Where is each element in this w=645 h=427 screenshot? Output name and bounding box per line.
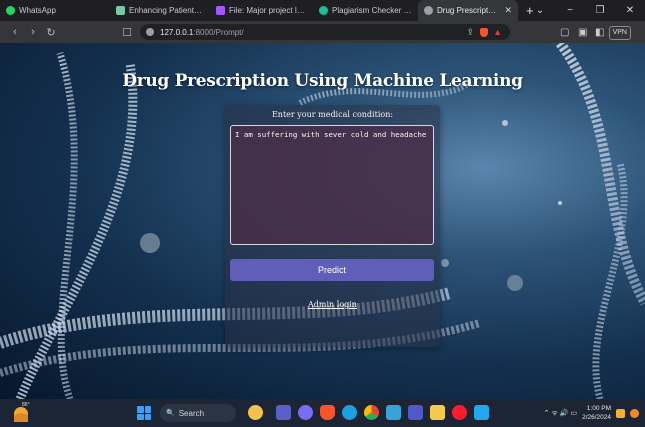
globe-icon: [424, 6, 433, 15]
taskbar: 86° 🔍 Search ⌃ ᯤ 🔊 ▭ 1:00 PM 2/26/2024: [0, 399, 645, 427]
opera-icon[interactable]: [452, 405, 467, 420]
vpn-button[interactable]: VPN: [608, 26, 631, 40]
tab-whatsapp[interactable]: WhatsApp: [0, 0, 110, 21]
address-bar: ‹ › ↻ ☐ 127.0.0.1 :8000/Prompt/ ⇪ ▲ ▢ ▣ …: [0, 21, 645, 43]
tab-label: Plagiarism Checker | Grammar: [332, 6, 412, 15]
page-title: Drug Prescription Using Machine Learning: [122, 71, 523, 91]
user-avatar-icon[interactable]: [630, 408, 639, 418]
tab-label: WhatsApp: [19, 6, 56, 15]
maximize-button[interactable]: ❐: [585, 5, 615, 16]
bookmark-icon[interactable]: ☐: [118, 26, 136, 39]
weather-temperature: 86°: [22, 402, 30, 408]
extensions-icon[interactable]: ▢: [560, 27, 569, 38]
forward-button[interactable]: ›: [24, 26, 42, 38]
page-background: Drug Prescription Using Machine Learning…: [0, 43, 645, 399]
notification-icon[interactable]: [616, 408, 625, 418]
url-field[interactable]: 127.0.0.1 :8000/Prompt/ ⇪ ▲: [140, 24, 510, 40]
url-host: 127.0.0.1: [160, 27, 194, 37]
back-button[interactable]: ‹: [6, 26, 24, 38]
vscode-icon[interactable]: [474, 405, 489, 420]
teams-icon[interactable]: [408, 405, 423, 420]
start-button[interactable]: [137, 406, 151, 420]
search-icon: 🔍: [166, 410, 175, 417]
prescription-form: Enter your medical condition: Predict Ad…: [225, 105, 440, 347]
sidebar-icon[interactable]: ▣: [578, 27, 587, 38]
copilot-icon[interactable]: [298, 405, 313, 420]
taskbar-search[interactable]: 🔍 Search: [160, 404, 236, 422]
predict-button[interactable]: Predict: [230, 259, 434, 281]
tab-plagiarism-checker[interactable]: Plagiarism Checker | Grammar: [313, 0, 418, 21]
window-controls: ⌄ − ❐ ✕: [525, 0, 645, 21]
tab-drug-prescription[interactable]: Drug Prescription Using ✕: [418, 0, 518, 21]
clock-date: 2/26/2024: [582, 414, 611, 421]
brave-rewards-icon[interactable]: ▲: [493, 27, 502, 37]
grammarly-icon: [319, 6, 328, 15]
close-window-button[interactable]: ✕: [615, 5, 645, 16]
edge-icon[interactable]: [342, 405, 357, 420]
figma-icon: [216, 6, 225, 15]
brave-icon[interactable]: [320, 405, 335, 420]
store-icon[interactable]: [386, 405, 401, 420]
admin-login-link[interactable]: Admin login: [225, 300, 440, 309]
reload-button[interactable]: ↻: [42, 26, 60, 39]
condition-input[interactable]: [230, 125, 434, 245]
browser-tab-strip: WhatsApp Enhancing Patient Satisfactio F…: [0, 0, 645, 21]
tab-list-button[interactable]: ⌄: [525, 5, 555, 16]
clock-time: 1:00 PM: [586, 405, 611, 412]
folder-icon[interactable]: [430, 405, 445, 420]
doc-icon: [116, 6, 125, 15]
tab-enhancing-patient[interactable]: Enhancing Patient Satisfactio: [110, 0, 210, 21]
chrome-icon[interactable]: [364, 405, 379, 420]
site-info-icon[interactable]: [146, 28, 154, 36]
wallet-icon[interactable]: ◧: [595, 27, 604, 38]
brave-shields-icon[interactable]: [480, 27, 488, 37]
search-label: Search: [178, 408, 205, 418]
minimize-button[interactable]: −: [555, 5, 585, 16]
tab-label: Drug Prescription Using: [437, 6, 497, 15]
tab-label: Enhancing Patient Satisfactio: [129, 6, 204, 15]
clock[interactable]: 1:00 PM 2/26/2024: [582, 404, 611, 422]
condition-label: Enter your medical condition:: [271, 110, 394, 119]
system-tray: ⌃ ᯤ 🔊 ▭ 1:00 PM 2/26/2024: [544, 399, 639, 427]
tab-label: File: Major project IEEE - Cop: [229, 6, 307, 15]
file-explorer-icon[interactable]: [248, 405, 263, 420]
share-icon[interactable]: ⇪: [466, 27, 474, 38]
whatsapp-icon: [6, 6, 15, 15]
tab-figma-file[interactable]: File: Major project IEEE - Cop: [210, 0, 313, 21]
tray-icons[interactable]: ⌃ ᯤ 🔊 ▭: [544, 409, 577, 418]
url-path: :8000/Prompt/: [193, 27, 244, 37]
chat-icon[interactable]: [276, 405, 291, 420]
close-icon[interactable]: ✕: [504, 5, 512, 16]
